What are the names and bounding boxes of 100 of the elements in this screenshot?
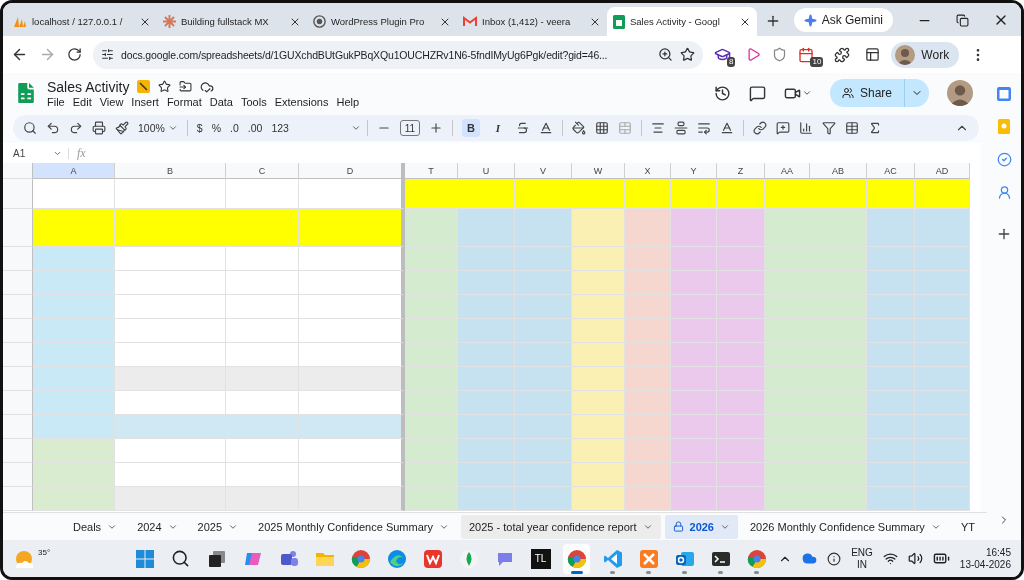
font-size-field[interactable]: 11: [399, 120, 420, 136]
paint-format-icon[interactable]: [115, 121, 129, 135]
sheet-tab[interactable]: 2026 Monthly Confidence Summary: [742, 514, 949, 539]
site-settings-icon[interactable]: [101, 48, 114, 61]
sheet-tab[interactable]: Deals: [65, 514, 126, 539]
column-header[interactable]: D: [299, 163, 405, 179]
sheet-tab[interactable]: 2024: [129, 514, 186, 539]
avatar[interactable]: [947, 80, 973, 106]
menu-item[interactable]: Extensions: [274, 95, 329, 108]
text-rotation-icon[interactable]: [719, 121, 734, 135]
back-icon[interactable]: [11, 46, 28, 63]
increase-decimal-button[interactable]: .00: [247, 122, 263, 134]
extension-icon[interactable]: [137, 80, 151, 93]
filter-views-icon[interactable]: [844, 121, 859, 135]
fill-color-icon[interactable]: [571, 121, 586, 135]
chart-icon[interactable]: [798, 121, 813, 135]
filter-icon[interactable]: [821, 121, 836, 135]
menu-item[interactable]: Data: [209, 95, 233, 108]
region-label[interactable]: IN: [857, 558, 867, 571]
column-header[interactable]: X: [625, 163, 671, 179]
strikethrough-icon[interactable]: [515, 121, 530, 135]
tab-search-icon[interactable]: [865, 47, 881, 62]
shield-icon[interactable]: [772, 47, 788, 62]
search-icon[interactable]: [23, 121, 37, 135]
comment-icon[interactable]: [748, 84, 766, 102]
vertical-align-icon[interactable]: [673, 121, 688, 135]
address-field[interactable]: docs.google.com/spreadsheets/d/1GUXchdBUtGukPBqXQu1OUCHZRv1N6-5fndIMyUg6Pgk/edit?gid=46...: [93, 40, 703, 69]
menu-item[interactable]: File: [47, 95, 65, 108]
column-header[interactable]: AA: [765, 163, 810, 179]
move-folder-icon[interactable]: [179, 80, 193, 93]
menu-item[interactable]: Format: [166, 95, 202, 108]
percent-button[interactable]: %: [211, 122, 222, 134]
calendar-icon[interactable]: [798, 46, 815, 63]
cloud-icon[interactable]: [200, 79, 215, 94]
caret-icon[interactable]: [167, 123, 178, 133]
currency-button[interactable]: $: [196, 122, 203, 134]
text-color-icon[interactable]: [538, 121, 553, 135]
column-header[interactable]: AC: [867, 163, 915, 179]
bold-button[interactable]: B: [461, 119, 480, 137]
volume-icon[interactable]: [907, 551, 923, 566]
sheet-tab[interactable]: 2026: [664, 514, 738, 539]
merge-cells-icon[interactable]: [617, 121, 632, 135]
taskbar-button[interactable]: TL: [527, 543, 554, 574]
redo-icon[interactable]: [69, 121, 83, 135]
wrap-text-icon[interactable]: [696, 121, 711, 135]
avatar[interactable]: [895, 44, 916, 65]
history-icon[interactable]: [713, 84, 731, 102]
new-tab-icon[interactable]: [765, 13, 781, 29]
add-comment-icon[interactable]: [775, 121, 790, 135]
browser-tab[interactable]: localhost / 127.0.0.1 /: [7, 7, 157, 36]
number-format-button[interactable]: 123: [271, 122, 289, 134]
menu-item[interactable]: Tools: [240, 95, 267, 108]
star-icon[interactable]: [158, 80, 172, 93]
caret-icon[interactable]: [350, 123, 361, 133]
name-box[interactable]: A1: [13, 147, 69, 159]
browser-tab[interactable]: Building fullstack MX: [157, 7, 307, 36]
column-header[interactable]: V: [515, 163, 572, 179]
sheet-tab[interactable]: 2025: [189, 514, 247, 539]
browser-tab[interactable]: WordPress Plugin Pro: [307, 7, 457, 36]
play-icon[interactable]: [746, 47, 762, 62]
decrease-decimal-button[interactable]: .0: [230, 122, 239, 134]
column-header[interactable]: C: [226, 163, 299, 179]
column-header[interactable]: U: [458, 163, 515, 179]
column-header[interactable]: AD: [915, 163, 970, 179]
undo-icon[interactable]: [46, 121, 60, 135]
reload-icon[interactable]: [67, 47, 82, 62]
zoom-icon[interactable]: [658, 47, 673, 62]
graduation-cap-icon[interactable]: [714, 46, 731, 63]
sheet-tab[interactable]: YT: [952, 514, 983, 539]
column-header[interactable]: W: [572, 163, 625, 179]
document-title[interactable]: Sales Activity: [47, 78, 130, 95]
browser-tab[interactable]: Inbox (1,412) - veera: [457, 7, 607, 36]
link-icon[interactable]: [752, 121, 767, 135]
status-icon[interactable]: [827, 551, 842, 566]
clock-time[interactable]: 16:45: [985, 546, 1011, 559]
language-label[interactable]: ENG: [851, 546, 873, 559]
caret-icon[interactable]: [801, 88, 812, 98]
menu-item[interactable]: Edit: [72, 95, 92, 108]
bookmark-star-icon[interactable]: [680, 47, 695, 62]
increase-size-icon[interactable]: [428, 121, 443, 135]
clock-date[interactable]: 13-04-2026: [959, 558, 1011, 571]
menu-item[interactable]: Insert: [131, 95, 159, 108]
menu-item[interactable]: Help: [336, 95, 360, 108]
column-header[interactable]: A: [33, 163, 115, 179]
wifi-icon[interactable]: [882, 551, 898, 566]
zoom-select[interactable]: 100%: [138, 122, 165, 134]
column-header[interactable]: T: [405, 163, 458, 179]
align-icon[interactable]: [650, 121, 665, 135]
sheet-tab[interactable]: 2025 Monthly Confidence Summary: [250, 514, 457, 539]
print-icon[interactable]: [92, 121, 106, 135]
puzzle-icon[interactable]: [834, 46, 851, 63]
sheet-tab[interactable]: 2025 - total year confidence report: [460, 514, 661, 539]
restore-icon[interactable]: [956, 13, 969, 27]
profile-button[interactable]: Work: [891, 41, 960, 68]
temperature[interactable]: 35°: [38, 547, 51, 557]
share-button[interactable]: Share: [829, 79, 929, 107]
tasks-icon[interactable]: [996, 152, 1012, 167]
column-header[interactable]: AB: [810, 163, 867, 179]
ask-gemini-button[interactable]: Ask Gemini: [793, 8, 893, 32]
menu-item[interactable]: View: [99, 95, 124, 108]
